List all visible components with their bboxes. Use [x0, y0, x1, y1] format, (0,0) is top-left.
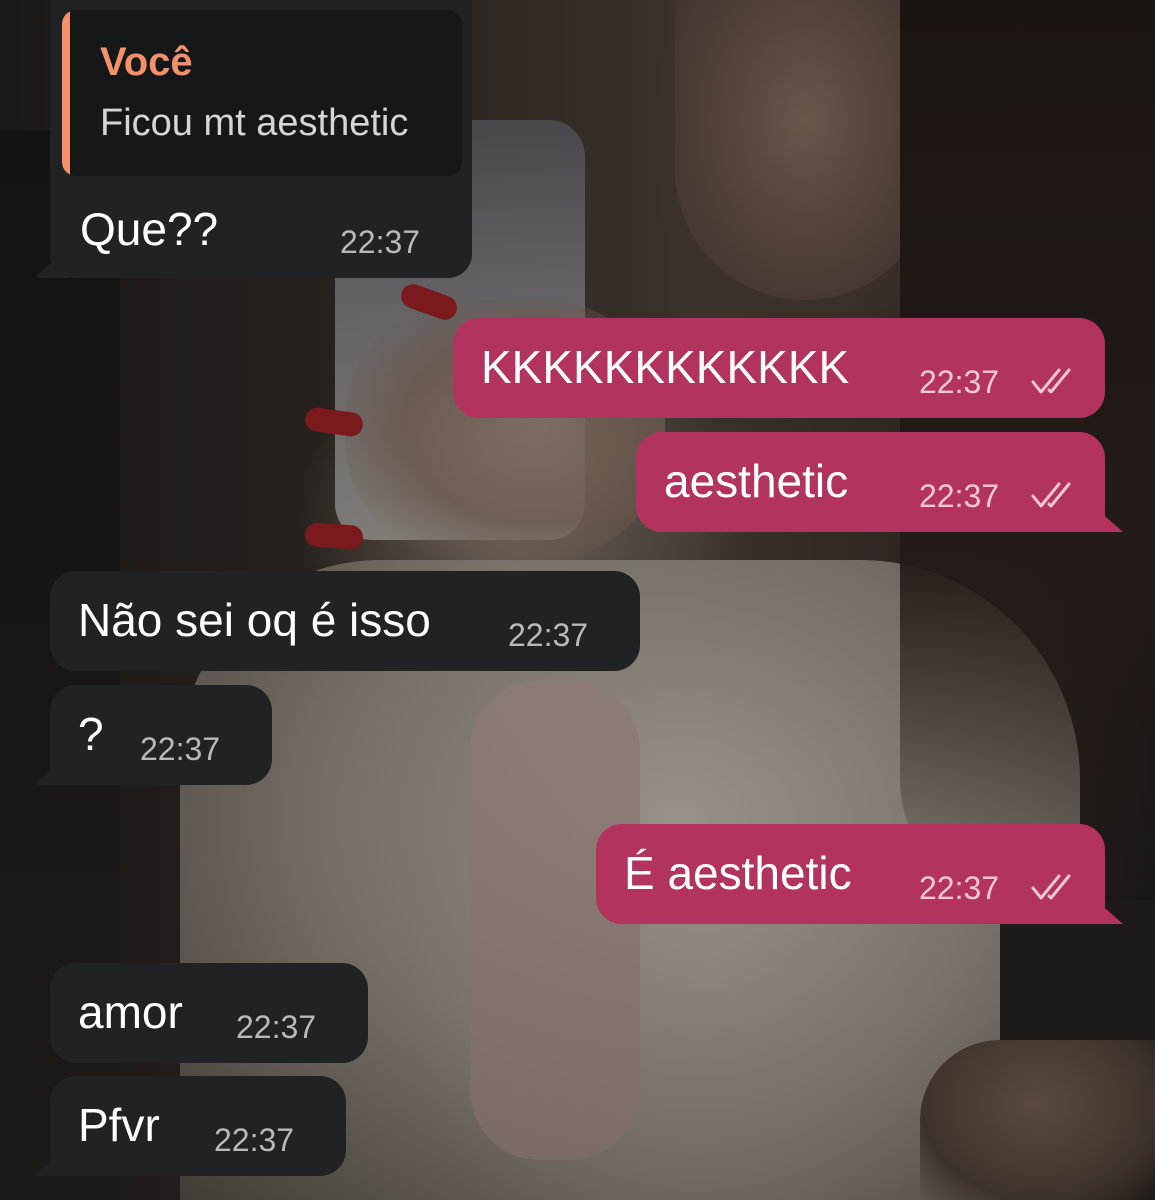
double-check-icon	[1031, 482, 1071, 508]
message-time: 22:37	[919, 364, 1000, 400]
wallpaper-bottom-hand	[920, 1040, 1155, 1200]
message-time: 22:37	[340, 224, 421, 260]
message-bubble-outgoing[interactable]: É aesthetic 22:37	[596, 824, 1123, 924]
reply-accent-bar	[62, 10, 70, 176]
reply-quote[interactable]: Você Ficou mt aesthetic	[62, 10, 462, 176]
message-time: 22:37	[236, 1009, 317, 1045]
message-bubble-outgoing[interactable]: aesthetic 22:37	[636, 432, 1123, 532]
wallpaper-nail	[304, 522, 364, 550]
message-bubble-incoming[interactable]: ? 22:37	[34, 685, 272, 785]
message-text: É aesthetic	[624, 847, 852, 899]
double-check-icon	[1031, 874, 1071, 900]
reply-sender: Você	[100, 40, 193, 84]
message-time: 22:37	[140, 731, 221, 767]
message-time: 22:37	[508, 617, 589, 653]
reply-text: Ficou mt aesthetic	[100, 102, 409, 144]
message-text: Que??	[80, 203, 219, 255]
message-text: amor	[78, 986, 183, 1038]
message-time: 22:37	[919, 870, 1000, 906]
double-check-icon	[1031, 368, 1071, 394]
message-time: 22:37	[214, 1122, 295, 1158]
message-text: KKKKKKKKKKKK	[481, 341, 850, 393]
message-text: ?	[78, 708, 104, 760]
message-text: aesthetic	[664, 455, 849, 507]
message-text: Não sei oq é isso	[78, 594, 431, 646]
message-bubble-outgoing[interactable]: KKKKKKKKKKKK 22:37	[453, 318, 1105, 418]
chat-view: Você Ficou mt aesthetic Que?? 22:37 KKKK…	[0, 0, 1155, 1200]
message-time: 22:37	[919, 478, 1000, 514]
message-bubble-incoming[interactable]: Pfvr 22:37	[34, 1076, 346, 1176]
wallpaper-face-shape	[675, 0, 935, 300]
message-bubble-incoming[interactable]: Você Ficou mt aesthetic Que?? 22:37	[34, 0, 472, 278]
message-bubble-incoming[interactable]: Não sei oq é isso 22:37	[50, 571, 640, 671]
message-bubble-incoming[interactable]: amor 22:37	[50, 963, 368, 1063]
message-text: Pfvr	[78, 1099, 160, 1151]
